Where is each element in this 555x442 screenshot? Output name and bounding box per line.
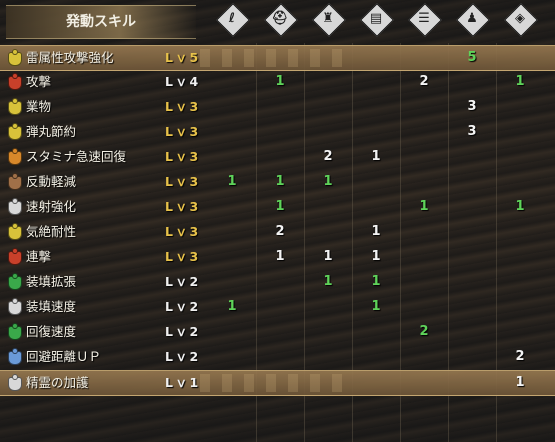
skill-points-cell: 1: [227, 174, 237, 189]
skill-row[interactable]: 連撃 Lｖ3 1 1 1: [0, 245, 555, 269]
skill-summary-screen: 発動スキル ℓ ⛑ ♜ ▤ ☰ ♟ ◈ 雷属性攻撃強化 Lｖ5 5 攻撃 Lｖ4 1 2 1 業物 Lｖ3 3 弾…: [0, 0, 555, 442]
skill-white-icon: [8, 374, 22, 391]
skill-name: 弾丸節約: [26, 124, 77, 139]
skill-row[interactable]: 速射強化 Lｖ3 1 1 1: [0, 195, 555, 219]
skill-points-cell: 1: [371, 149, 381, 164]
skill-points-cell: 1: [227, 299, 237, 314]
charm-icon: ◈: [504, 3, 538, 37]
skill-yellow-icon: [8, 98, 22, 115]
skill-row[interactable]: 回復速度 Lｖ2 2: [0, 320, 555, 344]
skill-row[interactable]: 精霊の加護 Lｖ1 1: [0, 370, 555, 396]
skill-level: Lｖ2: [165, 349, 201, 364]
skill-yellow-icon: [8, 49, 22, 66]
skill-name: 装填拡張: [26, 274, 77, 289]
skill-level: Lｖ3: [165, 249, 201, 264]
skill-white-icon: [8, 198, 22, 215]
skill-points-cell: 2: [515, 349, 525, 364]
skill-points-cell: 1: [275, 199, 285, 214]
skill-orange-icon: [8, 148, 22, 165]
weapon-slot-icon: ℓ: [216, 3, 250, 37]
skill-blue-icon: [8, 348, 22, 365]
skill-name: 装填速度: [26, 299, 77, 314]
skill-points-cell: 3: [467, 99, 477, 114]
skill-level: Lｖ2: [165, 299, 201, 314]
skill-points-cell: 1: [515, 74, 525, 89]
skill-row[interactable]: スタミナ急速回復 Lｖ3 2 1: [0, 145, 555, 169]
skill-row[interactable]: 装填速度 Lｖ2 1 1: [0, 295, 555, 319]
skill-table-header: 発動スキル ℓ ⛑ ♜ ▤ ☰ ♟ ◈: [0, 0, 555, 43]
skill-row[interactable]: 弾丸節約 Lｖ3 3: [0, 120, 555, 144]
skill-row[interactable]: 装填拡張 Lｖ2 1 1: [0, 270, 555, 294]
skill-points-cell: 1: [371, 249, 381, 264]
skill-level: Lｖ3: [165, 99, 201, 114]
waist-armor-icon: ☰: [408, 3, 442, 37]
skill-level: Lｖ3: [165, 224, 201, 239]
skill-name: 連撃: [26, 249, 52, 264]
skill-row[interactable]: 攻撃 Lｖ4 1 2 1: [0, 70, 555, 94]
skill-points-cell: 5: [467, 50, 477, 65]
skill-name: 攻撃: [26, 74, 52, 89]
skill-level: Lｖ1: [165, 375, 201, 390]
skill-points-cell: 1: [419, 199, 429, 214]
skill-points-cell: 1: [323, 249, 333, 264]
skill-row[interactable]: 気絶耐性 Lｖ3 2 1: [0, 220, 555, 244]
skill-points-cell: 1: [515, 375, 525, 390]
skill-row[interactable]: 反動軽減 Lｖ3 1 1 1: [0, 170, 555, 194]
active-skills-title: 発動スキル: [6, 5, 196, 39]
chest-armor-icon: ♜: [312, 3, 346, 37]
skill-level: Lｖ3: [165, 174, 201, 189]
skill-level: Lｖ3: [165, 124, 201, 139]
head-armor-icon: ⛑: [264, 3, 298, 37]
skill-name: 精霊の加護: [26, 375, 89, 390]
arm-armor-icon: ▤: [360, 3, 394, 37]
skill-points-cell: 1: [275, 174, 285, 189]
skill-points-cell: 2: [419, 324, 429, 339]
skill-name: スタミナ急速回復: [26, 149, 127, 164]
skill-brown-icon: [8, 173, 22, 190]
leg-armor-icon: ♟: [456, 3, 490, 37]
skill-points-cell: 1: [371, 224, 381, 239]
skill-points-cell: 3: [467, 124, 477, 139]
skill-points-cell: 2: [275, 224, 285, 239]
row-pattern: [200, 374, 350, 392]
skill-name: 速射強化: [26, 199, 77, 214]
skill-green-icon: [8, 323, 22, 340]
skill-row[interactable]: 業物 Lｖ3 3: [0, 95, 555, 119]
skill-green-icon: [8, 273, 22, 290]
skill-row[interactable]: 雷属性攻撃強化 Lｖ5 5: [0, 45, 555, 71]
skill-red-icon: [8, 248, 22, 265]
skill-level: Lｖ5: [165, 50, 201, 65]
skill-points-cell: 1: [371, 299, 381, 314]
skill-points-cell: 2: [419, 74, 429, 89]
skill-level: Lｖ3: [165, 149, 201, 164]
skill-red-icon: [8, 73, 22, 90]
skill-points-cell: 1: [371, 274, 381, 289]
row-pattern: [200, 49, 350, 67]
skill-level: Lｖ2: [165, 274, 201, 289]
skill-yellow-icon: [8, 223, 22, 240]
skill-level: Lｖ2: [165, 324, 201, 339]
skill-points-cell: 1: [275, 249, 285, 264]
skill-points-cell: 1: [275, 74, 285, 89]
skill-points-cell: 1: [323, 174, 333, 189]
skill-level: Lｖ3: [165, 199, 201, 214]
skill-name: 回避距離ＵＰ: [26, 349, 102, 364]
skill-name: 雷属性攻撃強化: [26, 50, 114, 65]
skill-name: 気絶耐性: [26, 224, 77, 239]
skill-points-cell: 1: [323, 274, 333, 289]
skill-name: 業物: [26, 99, 52, 114]
skill-level: Lｖ4: [165, 74, 201, 89]
skill-row[interactable]: 回避距離ＵＰ Lｖ2 2: [0, 345, 555, 369]
skill-points-cell: 1: [515, 199, 525, 214]
skill-name: 回復速度: [26, 324, 77, 339]
skill-points-cell: 2: [323, 149, 333, 164]
skill-yellow-icon: [8, 123, 22, 140]
skill-name: 反動軽減: [26, 174, 77, 189]
skill-white-icon: [8, 298, 22, 315]
